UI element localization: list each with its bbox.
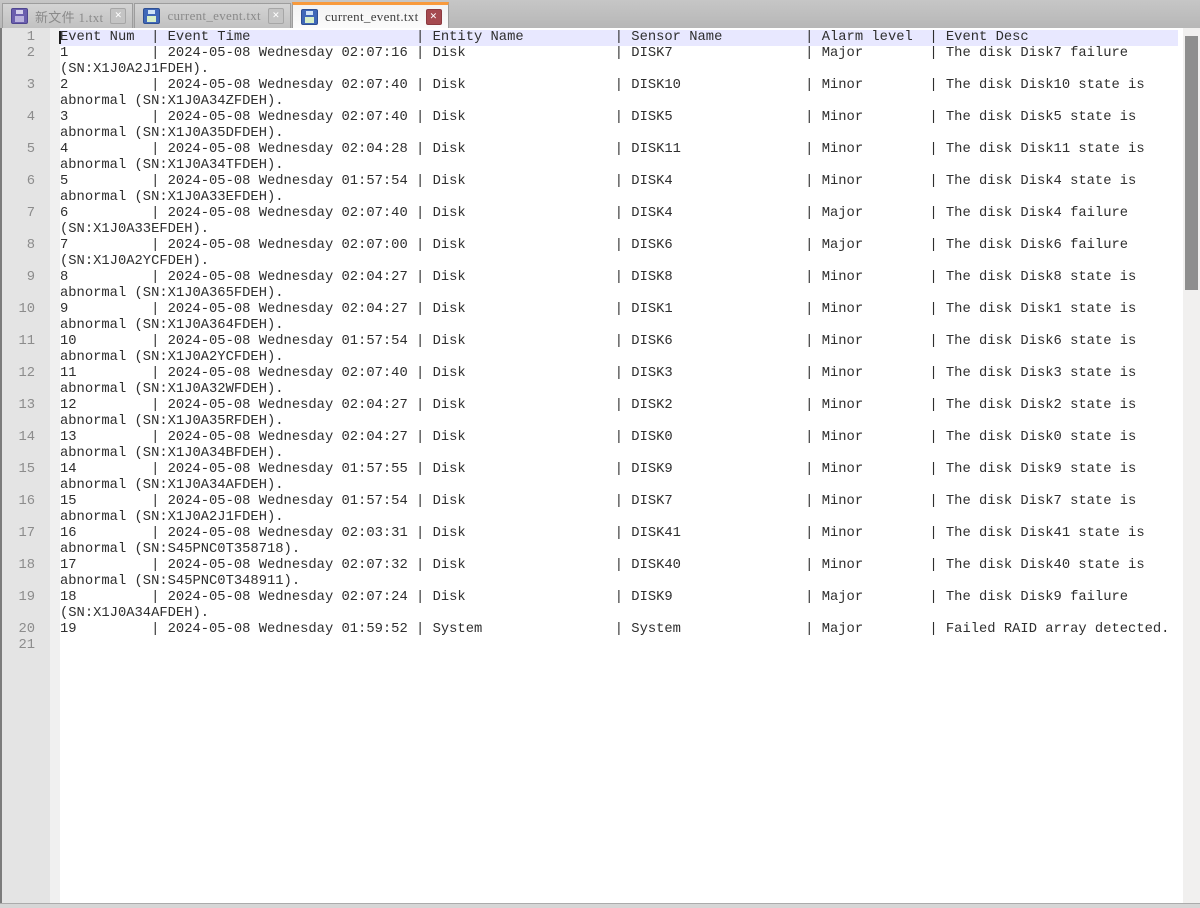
tab-title: current_event.txt <box>325 9 419 25</box>
editor-line[interactable]: 1312 | 2024-05-08 Wednesday 02:04:27 | D… <box>2 398 1200 430</box>
editor-line[interactable]: 21 | 2024-05-08 Wednesday 02:07:16 | Dis… <box>2 46 1200 78</box>
tab-bar: 新文件 1.txt ✕ current_event.txt ✕ current_… <box>0 0 1200 28</box>
line-number: 17 <box>2 526 60 558</box>
line-number: 9 <box>2 270 60 302</box>
line-number: 15 <box>2 462 60 494</box>
line-number: 12 <box>2 366 60 398</box>
line-number: 5 <box>2 142 60 174</box>
close-tab-icon[interactable]: ✕ <box>110 8 126 24</box>
line-text[interactable]: 8 | 2024-05-08 Wednesday 02:04:27 | Disk… <box>60 270 1178 302</box>
editor-line[interactable]: 1413 | 2024-05-08 Wednesday 02:04:27 | D… <box>2 430 1200 462</box>
line-text[interactable]: 16 | 2024-05-08 Wednesday 02:03:31 | Dis… <box>60 526 1178 558</box>
editor-line[interactable]: 1211 | 2024-05-08 Wednesday 02:07:40 | D… <box>2 366 1200 398</box>
editor-line[interactable]: 109 | 2024-05-08 Wednesday 02:04:27 | Di… <box>2 302 1200 334</box>
close-tab-icon[interactable]: ✕ <box>426 9 442 25</box>
line-text[interactable]: 1 | 2024-05-08 Wednesday 02:07:16 | Disk… <box>60 46 1178 78</box>
line-number: 7 <box>2 206 60 238</box>
line-text[interactable]: 12 | 2024-05-08 Wednesday 02:04:27 | Dis… <box>60 398 1178 430</box>
saved-file-icon <box>11 8 28 24</box>
editor-line[interactable]: 98 | 2024-05-08 Wednesday 02:04:27 | Dis… <box>2 270 1200 302</box>
line-number: 2 <box>2 46 60 78</box>
line-text[interactable]: 9 | 2024-05-08 Wednesday 02:04:27 | Disk… <box>60 302 1178 334</box>
tab-new-file-1[interactable]: 新文件 1.txt ✕ <box>2 3 133 28</box>
line-text[interactable]: 4 | 2024-05-08 Wednesday 02:04:28 | Disk… <box>60 142 1178 174</box>
editor-line[interactable]: 1918 | 2024-05-08 Wednesday 02:07:24 | D… <box>2 590 1200 622</box>
line-number: 16 <box>2 494 60 526</box>
line-text[interactable] <box>60 638 1178 654</box>
vertical-scrollbar-track[interactable] <box>1183 28 1200 903</box>
line-number: 3 <box>2 78 60 110</box>
editor-line[interactable]: 1716 | 2024-05-08 Wednesday 02:03:31 | D… <box>2 526 1200 558</box>
line-number: 20 <box>2 622 60 638</box>
line-text[interactable]: 15 | 2024-05-08 Wednesday 01:57:54 | Dis… <box>60 494 1178 526</box>
line-number: 1 <box>2 30 60 46</box>
editor-line[interactable]: 65 | 2024-05-08 Wednesday 01:57:54 | Dis… <box>2 174 1200 206</box>
line-text[interactable]: 11 | 2024-05-08 Wednesday 02:07:40 | Dis… <box>60 366 1178 398</box>
line-text[interactable]: 2 | 2024-05-08 Wednesday 02:07:40 | Disk… <box>60 78 1178 110</box>
line-number: 18 <box>2 558 60 590</box>
tab-title: 新文件 1.txt <box>35 7 103 26</box>
text-editor-window: { "tabs": [ { "title": "新文件 1.txt", "sav… <box>0 0 1200 908</box>
line-number: 6 <box>2 174 60 206</box>
editor-line[interactable]: 54 | 2024-05-08 Wednesday 02:04:28 | Dis… <box>2 142 1200 174</box>
editor-lines[interactable]: 1Event Num | Event Time | Entity Name | … <box>2 28 1200 654</box>
line-text[interactable]: 7 | 2024-05-08 Wednesday 02:07:00 | Disk… <box>60 238 1178 270</box>
line-number: 4 <box>2 110 60 142</box>
line-number: 10 <box>2 302 60 334</box>
line-number: 11 <box>2 334 60 366</box>
text-cursor <box>59 31 61 44</box>
editor-line[interactable]: 87 | 2024-05-08 Wednesday 02:07:00 | Dis… <box>2 238 1200 270</box>
editor-line[interactable]: 32 | 2024-05-08 Wednesday 02:07:40 | Dis… <box>2 78 1200 110</box>
line-number: 8 <box>2 238 60 270</box>
line-text[interactable]: 6 | 2024-05-08 Wednesday 02:07:40 | Disk… <box>60 206 1178 238</box>
saved-file-icon <box>143 8 160 24</box>
line-number: 14 <box>2 430 60 462</box>
line-text[interactable]: 5 | 2024-05-08 Wednesday 01:57:54 | Disk… <box>60 174 1178 206</box>
tab-current-event-active[interactable]: current_event.txt ✕ <box>292 2 449 28</box>
line-text[interactable]: 13 | 2024-05-08 Wednesday 02:04:27 | Dis… <box>60 430 1178 462</box>
editor-line[interactable]: 1514 | 2024-05-08 Wednesday 01:57:55 | D… <box>2 462 1200 494</box>
line-number: 21 <box>2 638 60 654</box>
line-text[interactable]: 10 | 2024-05-08 Wednesday 01:57:54 | Dis… <box>60 334 1178 366</box>
line-text[interactable]: Event Num | Event Time | Entity Name | S… <box>60 30 1178 46</box>
editor-line[interactable]: 1110 | 2024-05-08 Wednesday 01:57:54 | D… <box>2 334 1200 366</box>
editor-line[interactable]: 76 | 2024-05-08 Wednesday 02:07:40 | Dis… <box>2 206 1200 238</box>
close-tab-icon[interactable]: ✕ <box>268 8 284 24</box>
line-text[interactable]: 17 | 2024-05-08 Wednesday 02:07:32 | Dis… <box>60 558 1178 590</box>
editor-area[interactable]: 1Event Num | Event Time | Entity Name | … <box>0 28 1200 903</box>
editor-line[interactable]: 21 <box>2 638 1200 654</box>
tab-current-event-1[interactable]: current_event.txt ✕ <box>134 3 291 28</box>
saved-file-icon <box>301 9 318 25</box>
line-text[interactable]: 14 | 2024-05-08 Wednesday 01:57:55 | Dis… <box>60 462 1178 494</box>
line-number: 19 <box>2 590 60 622</box>
line-number: 13 <box>2 398 60 430</box>
line-text[interactable]: 3 | 2024-05-08 Wednesday 02:07:40 | Disk… <box>60 110 1178 142</box>
editor-line[interactable]: 1817 | 2024-05-08 Wednesday 02:07:32 | D… <box>2 558 1200 590</box>
editor-line[interactable]: 1Event Num | Event Time | Entity Name | … <box>2 30 1200 46</box>
bottom-window-border <box>0 903 1200 908</box>
vertical-scrollbar-thumb[interactable] <box>1185 36 1198 290</box>
editor-line[interactable]: 43 | 2024-05-08 Wednesday 02:07:40 | Dis… <box>2 110 1200 142</box>
line-text[interactable]: 18 | 2024-05-08 Wednesday 02:07:24 | Dis… <box>60 590 1178 622</box>
line-text[interactable]: 19 | 2024-05-08 Wednesday 01:59:52 | Sys… <box>60 622 1178 638</box>
editor-line[interactable]: 1615 | 2024-05-08 Wednesday 01:57:54 | D… <box>2 494 1200 526</box>
tab-title: current_event.txt <box>167 8 261 24</box>
editor-line[interactable]: 2019 | 2024-05-08 Wednesday 01:59:52 | S… <box>2 622 1200 638</box>
